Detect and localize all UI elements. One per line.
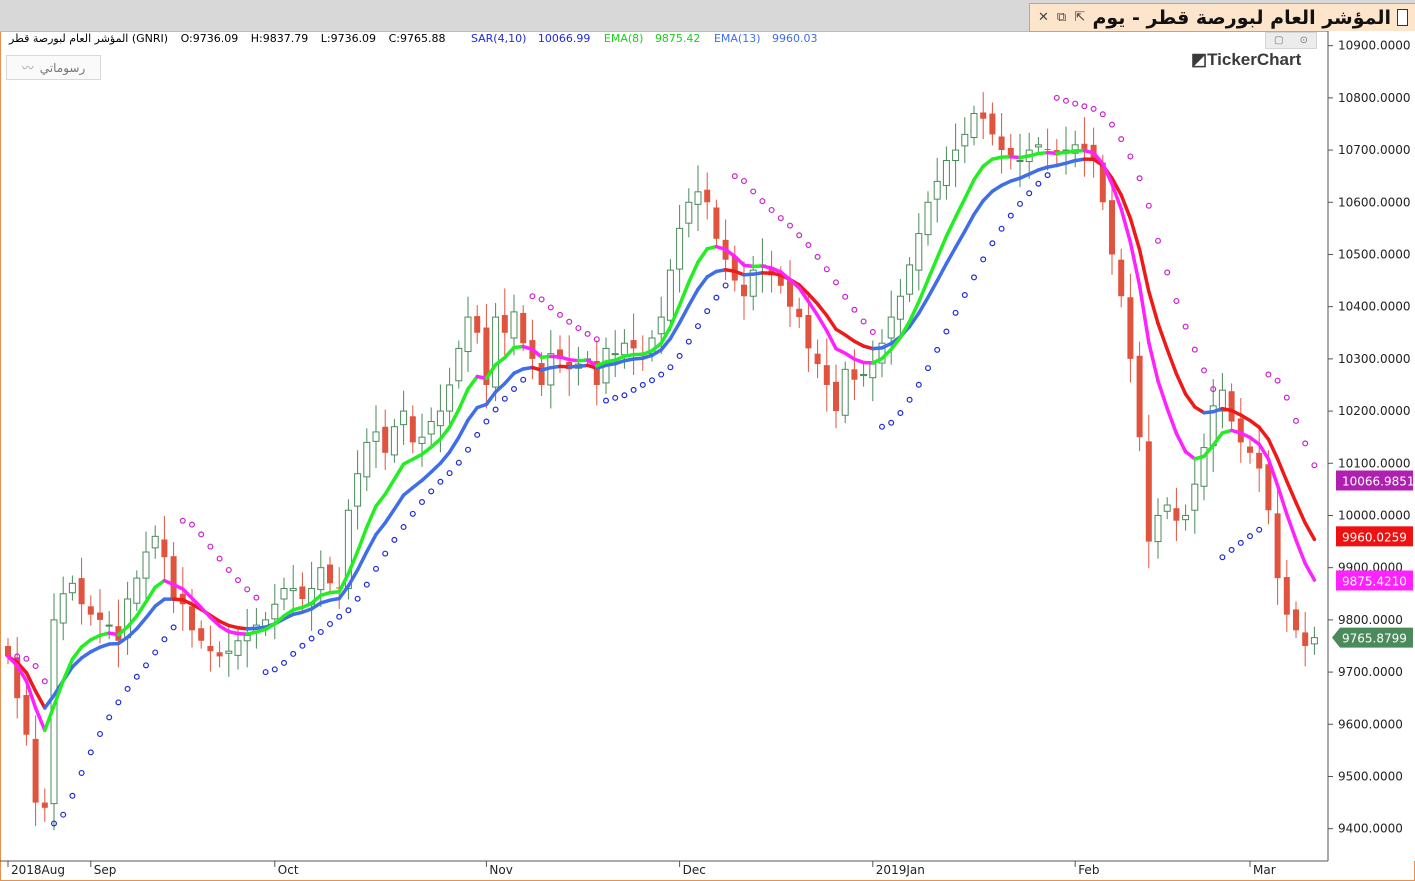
sar-label[interactable]: SAR(4,10) xyxy=(471,32,526,45)
chart-tab[interactable]: ✕ ⧉ ⇱ المؤشر العام لبورصة قطر - يوم xyxy=(1029,3,1415,32)
settings-icon[interactable]: ⊙ xyxy=(1300,35,1308,46)
maximize-icon[interactable]: ▢ xyxy=(1274,35,1283,46)
ema8-label[interactable]: EMA(8) xyxy=(604,32,644,45)
drawing-line-icon: 〰 xyxy=(21,61,34,75)
restore-icon[interactable]: ⧉ xyxy=(1057,10,1066,25)
chart-controls: ▢ ⊙ xyxy=(1265,32,1317,49)
close-value: C:9765.88 xyxy=(388,32,446,45)
window-title: المؤشر العام لبورصة قطر - يوم xyxy=(1092,6,1391,29)
low-value: L:9736.09 xyxy=(320,32,377,45)
close-icon[interactable]: ✕ xyxy=(1038,10,1049,25)
detach-icon[interactable]: ⇱ xyxy=(1074,10,1085,25)
sar-value: 10066.99 xyxy=(537,32,591,45)
title-bar: ✕ ⧉ ⇱ المؤشر العام لبورصة قطر - يوم xyxy=(0,0,1415,32)
ema13-value: 9960.03 xyxy=(771,32,818,45)
ema13-label[interactable]: EMA(13) xyxy=(714,32,761,45)
drawings-button-label: رسوماتي xyxy=(39,60,86,75)
window-frame xyxy=(0,0,1415,881)
tab-checkbox-icon[interactable] xyxy=(1397,9,1408,26)
info-line: المؤشر العام لبورصة قطر (GNRI) O:9736.09… xyxy=(9,32,826,45)
symbol-name: المؤشر العام لبورصة قطر (GNRI) xyxy=(9,32,169,45)
open-value: O:9736.09 xyxy=(180,32,239,45)
ticker-chart-logo: ◩TickerChart xyxy=(1191,50,1302,69)
drawings-button[interactable]: 〰 رسوماتي xyxy=(6,55,101,80)
ema8-value: 9875.42 xyxy=(654,32,701,45)
high-value: H:9837.79 xyxy=(250,32,309,45)
